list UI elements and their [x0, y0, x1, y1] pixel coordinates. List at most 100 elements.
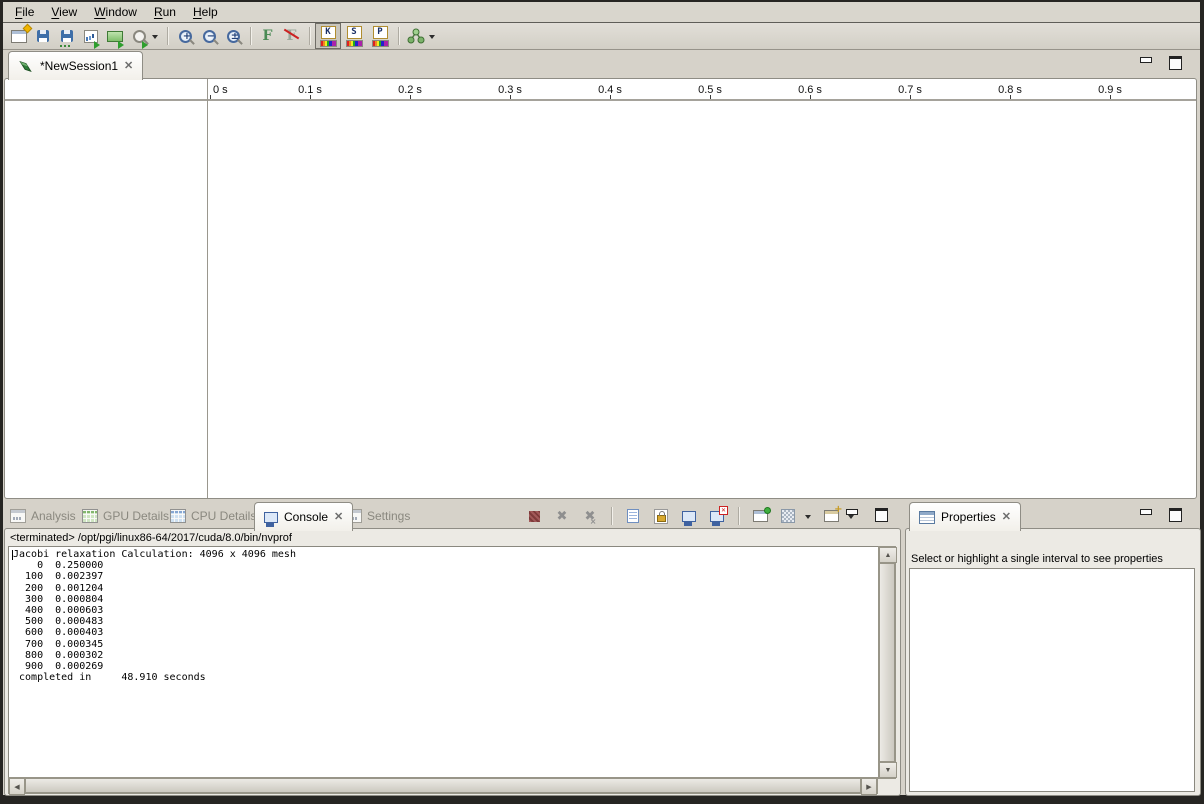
tab-analysis[interactable]: Analysis — [10, 503, 76, 529]
f-glyph: F — [287, 28, 298, 44]
console-icon — [264, 512, 278, 523]
text-caret — [12, 550, 13, 560]
plus-glyph: + — [181, 31, 194, 42]
save-icon[interactable] — [31, 25, 55, 47]
scroll-up-arrow[interactable]: ▲ — [879, 547, 897, 563]
timeline-ruler[interactable]: 0 s0.1 s0.2 s0.3 s0.4 s0.5 s0.6 s0.7 s0.… — [5, 79, 1196, 498]
menu-item-window[interactable]: Window — [88, 3, 148, 21]
examine-dropdown-arrow[interactable] — [152, 35, 158, 42]
open-console-icon — [824, 510, 839, 522]
examine-icon[interactable] — [127, 25, 151, 47]
magnifier-glyph: − — [203, 30, 216, 43]
properties-icon — [919, 511, 935, 524]
menu-item-view[interactable]: View — [45, 3, 88, 21]
close-icon[interactable]: ✕ — [334, 512, 343, 522]
run-analysis-icon[interactable] — [103, 25, 127, 47]
scroll-left-arrow[interactable]: ◀ — [9, 778, 25, 795]
toolbar-separator — [398, 27, 399, 45]
tab-console[interactable]: Console ✕ — [254, 502, 353, 531]
maximize-icon[interactable] — [875, 508, 888, 521]
tab-label: Console — [284, 510, 328, 524]
gpu-details-icon — [82, 509, 98, 523]
ruler-tick-mark — [810, 95, 811, 99]
console-output-area[interactable]: Jacobi relaxation Calculation: 4096 x 40… — [8, 546, 879, 778]
dots-glyph — [60, 45, 72, 47]
green-window-glyph — [107, 31, 123, 42]
toolbar-separator — [309, 27, 310, 45]
tab-gpu-details[interactable]: GPU Details — [82, 503, 169, 529]
show-stderr-icon — [710, 511, 724, 522]
scrollbar-thumb[interactable] — [25, 778, 861, 793]
ruler-tick-mark — [910, 95, 911, 99]
menu-item-file[interactable]: File — [9, 3, 45, 21]
minimize-icon[interactable] — [1139, 508, 1152, 521]
main-toolbar: + − ± F F K S P — [3, 23, 1200, 50]
tab-label: CPU Details — [191, 509, 256, 523]
show-stderr-button[interactable] — [705, 505, 729, 527]
f-glyph: F — [263, 28, 274, 44]
maximize-icon[interactable] — [1169, 508, 1182, 521]
tab-session[interactable]: *NewSession1 ✕ — [8, 51, 143, 80]
new-window-glyph — [11, 30, 27, 43]
console-vertical-scrollbar[interactable]: ▲ ▼ — [878, 546, 896, 779]
properties-message: Select or highlight a single interval to… — [911, 553, 1163, 565]
magnifier-glyph: ± — [227, 30, 240, 43]
toolbar-separator — [611, 507, 612, 525]
zoom-in-icon[interactable]: + — [173, 25, 197, 47]
console-horizontal-scrollbar[interactable]: ◀ ▶ — [8, 777, 878, 794]
ruler-tick-mark — [510, 95, 511, 99]
menu-item-run[interactable]: Run — [148, 3, 187, 21]
toolbar-separator — [167, 27, 168, 45]
minimize-icon[interactable] — [845, 508, 858, 521]
clear-console-button[interactable] — [621, 505, 645, 527]
session-tab-label: *NewSession1 — [40, 59, 118, 73]
magnifier-glyph: + — [179, 30, 192, 43]
call-tree-dropdown-arrow[interactable] — [429, 35, 435, 42]
console-output: Jacobi relaxation Calculation: 4096 x 40… — [9, 547, 878, 683]
save-as-icon[interactable] — [55, 25, 79, 47]
close-icon[interactable]: ✕ — [124, 61, 133, 71]
pin-console-icon — [753, 510, 768, 522]
close-icon[interactable]: ✕ — [1002, 512, 1011, 522]
display-console-dropdown-arrow[interactable] — [805, 515, 811, 522]
ruler-tick-mark — [1010, 95, 1011, 99]
scrollbar-thumb[interactable] — [879, 563, 895, 762]
tree-glyph — [407, 28, 425, 44]
rainbow-bar-glyph — [372, 40, 389, 47]
call-tree-icon[interactable] — [404, 25, 428, 47]
floppy-glyph — [37, 30, 49, 42]
maximize-icon[interactable] — [1169, 56, 1182, 69]
tab-cpu-details[interactable]: CPU Details — [170, 503, 256, 529]
minimize-icon[interactable] — [1139, 56, 1152, 69]
remove-launch-button[interactable]: ✖ — [550, 505, 574, 527]
scroll-down-arrow[interactable]: ▼ — [879, 762, 897, 778]
menu-item-help[interactable]: Help — [187, 3, 229, 21]
remove-all-launches-button[interactable]: ✖ — [578, 505, 602, 527]
zoom-fit-icon[interactable]: ± — [221, 25, 245, 47]
show-stdout-button[interactable] — [677, 505, 701, 527]
plusminus-glyph: ± — [229, 31, 242, 42]
tab-properties[interactable]: Properties ✕ — [909, 502, 1021, 531]
terminate-button[interactable] — [522, 505, 546, 527]
display-console-button[interactable] — [776, 505, 800, 527]
pin-console-button[interactable] — [748, 505, 772, 527]
row-names-divider[interactable] — [207, 79, 208, 498]
console-window-buttons — [845, 508, 888, 521]
process-view-button[interactable]: P — [367, 23, 393, 49]
zoom-out-icon[interactable]: − — [197, 25, 221, 47]
scroll-lock-button[interactable] — [649, 505, 673, 527]
ruler-tick-mark — [210, 95, 211, 99]
profile-application-icon[interactable] — [79, 25, 103, 47]
kernel-view-button[interactable]: K — [315, 23, 341, 49]
stream-view-button[interactable]: S — [341, 23, 367, 49]
marker-f-off-icon[interactable]: F — [280, 25, 304, 47]
tab-label: Settings — [367, 509, 410, 523]
scroll-right-arrow[interactable]: ▶ — [861, 778, 877, 795]
menu-bar: File View Window Run Help — [3, 2, 1200, 23]
console-view: <terminated> /opt/pgi/linux86-64/2017/cu… — [4, 528, 901, 796]
open-console-button[interactable] — [819, 505, 843, 527]
new-session-icon[interactable] — [7, 25, 31, 47]
show-stdout-icon — [682, 511, 696, 522]
marker-f-icon[interactable]: F — [256, 25, 280, 47]
tab-settings[interactable]: Settings — [346, 503, 410, 529]
